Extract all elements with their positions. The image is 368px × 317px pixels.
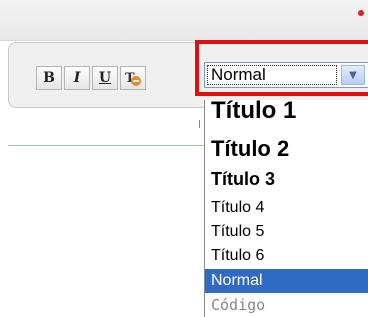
option-titulo-5[interactable]: Título 5 [205,221,368,243]
option-titulo-2[interactable]: Título 2 [205,134,368,164]
format-dropdown: Título 1 Título 2 Título 3 Título 4 Títu… [204,100,368,317]
scroll-indicator [358,10,364,16]
option-codigo[interactable]: Código [205,294,368,316]
chevron-down-icon[interactable]: ▼ [341,65,365,85]
clear-format-button[interactable]: T [120,66,146,90]
format-select[interactable]: Normal ▼ [204,62,368,88]
divider-line [8,145,204,146]
option-titulo-3[interactable]: Título 3 [205,167,368,191]
option-titulo-1[interactable]: Título 1 [205,100,368,128]
clear-format-icon: T [125,71,141,86]
italic-button[interactable]: I [64,66,90,90]
option-normal[interactable]: Normal [205,269,368,293]
cursor-tick [199,120,200,128]
option-titulo-6[interactable]: Título 6 [205,245,368,267]
underline-button[interactable]: U [92,66,118,90]
option-titulo-4[interactable]: Título 4 [205,197,368,219]
format-select-value: Normal [207,65,337,85]
window-top-bar [0,0,368,41]
bold-button[interactable]: B [36,66,62,90]
